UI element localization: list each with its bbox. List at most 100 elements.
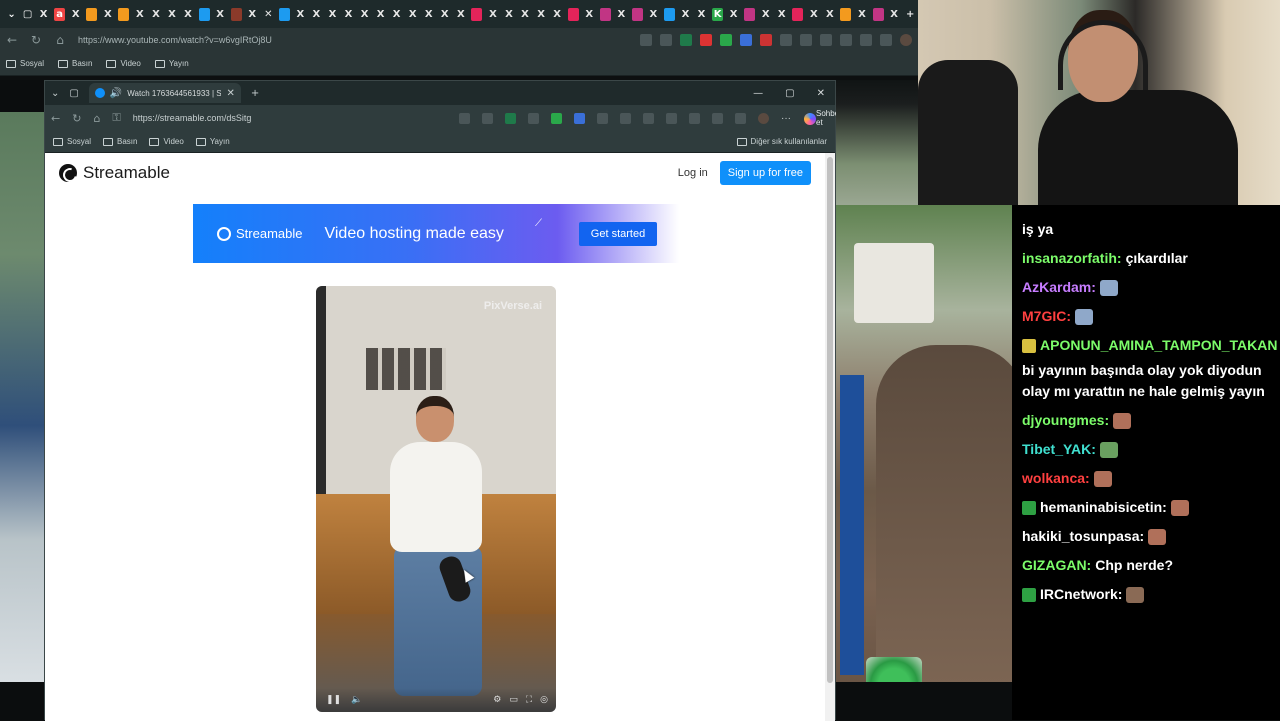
site-info-icon[interactable]: ⚿ — [112, 111, 120, 125]
chat-username[interactable]: Tibet_YAK: — [1022, 439, 1096, 460]
extension-icon[interactable] — [528, 112, 539, 124]
split-screen-icon[interactable] — [643, 112, 654, 124]
video-player[interactable]: PixVerse.ai ❚❚ 🔈 ⚙ ▭ ⛶ ◎ — [316, 286, 556, 712]
tab-icon[interactable]: X — [728, 8, 739, 21]
tab-icon[interactable]: K — [712, 7, 724, 21]
bookmark-video[interactable]: Video — [149, 137, 184, 146]
tab-icon[interactable] — [631, 7, 643, 21]
extension-icon[interactable] — [780, 34, 792, 46]
tab-icon[interactable] — [744, 7, 756, 21]
tab-icon[interactable] — [792, 7, 804, 21]
tab-icon[interactable]: X — [856, 8, 867, 21]
volume-icon[interactable]: 🔈 — [351, 695, 362, 705]
tab-icon[interactable]: X — [38, 8, 49, 21]
tab-icon[interactable]: X — [536, 8, 547, 21]
tab-icon[interactable] — [471, 7, 483, 21]
tab-icon[interactable]: a — [54, 7, 66, 21]
tab-icon[interactable]: X — [134, 8, 145, 21]
extension-icon[interactable] — [640, 34, 652, 46]
workspaces-icon[interactable]: ▢ — [22, 8, 33, 21]
copilot-chat-button[interactable]: Sohbet et — [804, 109, 841, 127]
other-bookmarks[interactable]: Diğer sık kullanılanlar — [736, 137, 827, 146]
chat-username[interactable]: hemaninabisicetin: — [1040, 497, 1167, 518]
tab-icon[interactable] — [663, 7, 675, 21]
tab-icon[interactable]: X — [520, 8, 531, 21]
tab-actions-icon[interactable]: ⌄ — [51, 88, 59, 99]
streamable-logo[interactable]: Streamable — [59, 163, 170, 183]
chat-username[interactable]: hakiki_tosunpasa: — [1022, 526, 1144, 547]
tab-icon[interactable]: X — [487, 8, 498, 21]
maximize-icon[interactable]: ▢ — [785, 88, 794, 99]
tab-icon[interactable]: X — [455, 8, 466, 21]
extension-icon[interactable] — [551, 112, 562, 124]
favorite-icon[interactable] — [660, 34, 672, 46]
tab-icon[interactable]: X — [552, 8, 563, 21]
more-icon[interactable]: ··· — [781, 113, 792, 124]
chat-username[interactable]: IRCnetwork: — [1040, 584, 1122, 605]
tab-icon[interactable]: X — [327, 8, 338, 21]
tab-icon[interactable]: X — [70, 8, 81, 21]
tab-icon[interactable]: X — [407, 8, 418, 21]
tab-icon[interactable]: X — [776, 8, 787, 21]
bookmark-basin[interactable]: Basın — [58, 59, 92, 68]
extension-icon[interactable] — [820, 34, 832, 46]
extension-icon[interactable] — [720, 34, 732, 46]
tab-icon[interactable] — [118, 7, 130, 21]
ad-banner[interactable]: Streamable Video hosting made easy ⟋ Get… — [193, 204, 679, 263]
tab-icon[interactable]: X — [247, 8, 258, 21]
tab-icon[interactable]: X — [166, 8, 177, 21]
tab-icon[interactable]: X — [648, 8, 659, 21]
outer-tab-strip[interactable]: ⌄ ▢ X a X X X X X X X X ✕ X X X X X X X … — [0, 0, 918, 28]
split-screen-icon[interactable] — [800, 34, 812, 46]
tab-actions-icon[interactable]: ⌄ — [6, 8, 17, 21]
tab-icon[interactable] — [278, 7, 290, 21]
tab-icon[interactable]: X — [375, 8, 386, 21]
settings-icon[interactable]: ⚙ — [493, 695, 501, 705]
new-tab-icon[interactable]: + — [905, 8, 916, 21]
tab-icon[interactable] — [872, 7, 884, 21]
bookmark-basin[interactable]: Basın — [103, 137, 137, 146]
get-started-button[interactable]: Get started — [579, 222, 657, 246]
tab-icon[interactable]: X — [102, 8, 113, 21]
tab-icon[interactable]: X — [889, 8, 900, 21]
tab-icon[interactable]: X — [503, 8, 514, 21]
favorites-icon[interactable] — [840, 34, 852, 46]
extension-icon[interactable] — [740, 34, 752, 46]
back-icon[interactable]: ← — [51, 112, 60, 125]
tab-icon[interactable]: X — [808, 8, 819, 21]
page-scrollbar[interactable] — [825, 153, 835, 721]
tab-icon[interactable]: X — [150, 8, 161, 21]
refresh-icon[interactable]: ↻ — [72, 112, 81, 125]
pause-icon[interactable]: ❚❚ — [326, 695, 341, 705]
avatar[interactable] — [758, 112, 769, 124]
close-window-icon[interactable]: ✕ — [817, 88, 825, 99]
login-link[interactable]: Log in — [678, 167, 708, 179]
extension-icon[interactable] — [735, 112, 746, 124]
extension-icon[interactable] — [574, 112, 585, 124]
tab-icon[interactable]: X — [343, 8, 354, 21]
tab-icon[interactable]: X — [183, 8, 194, 21]
refresh-icon[interactable]: ↻ — [24, 33, 48, 47]
tab-icon[interactable]: X — [311, 8, 322, 21]
tab-icon[interactable] — [230, 7, 242, 21]
tab-icon[interactable]: X — [616, 8, 627, 21]
new-tab-icon[interactable]: + — [251, 88, 259, 99]
tab-icon[interactable]: X — [680, 8, 691, 21]
bookmark-sosyal[interactable]: Sosyal — [53, 137, 91, 146]
extension-icon[interactable] — [880, 34, 892, 46]
close-tab-icon[interactable]: ✕ — [226, 88, 234, 99]
tab-icon[interactable] — [599, 7, 611, 21]
extension-icon[interactable] — [597, 112, 608, 124]
theater-icon[interactable]: ▭ — [509, 695, 518, 705]
tab-icon[interactable]: X — [584, 8, 595, 21]
extension-icon[interactable] — [760, 34, 772, 46]
minimize-icon[interactable]: — — [753, 88, 763, 99]
chat-username[interactable]: insanazorfatih: — [1022, 248, 1122, 269]
tab-icon[interactable]: X — [359, 8, 370, 21]
chat-username[interactable]: AzKardam: — [1022, 277, 1096, 298]
extension-icon[interactable] — [860, 34, 872, 46]
favorite-icon[interactable] — [482, 112, 493, 124]
favorites-icon[interactable] — [689, 112, 700, 124]
back-icon[interactable]: ← — [0, 33, 24, 47]
tab-icon[interactable] — [567, 7, 579, 21]
